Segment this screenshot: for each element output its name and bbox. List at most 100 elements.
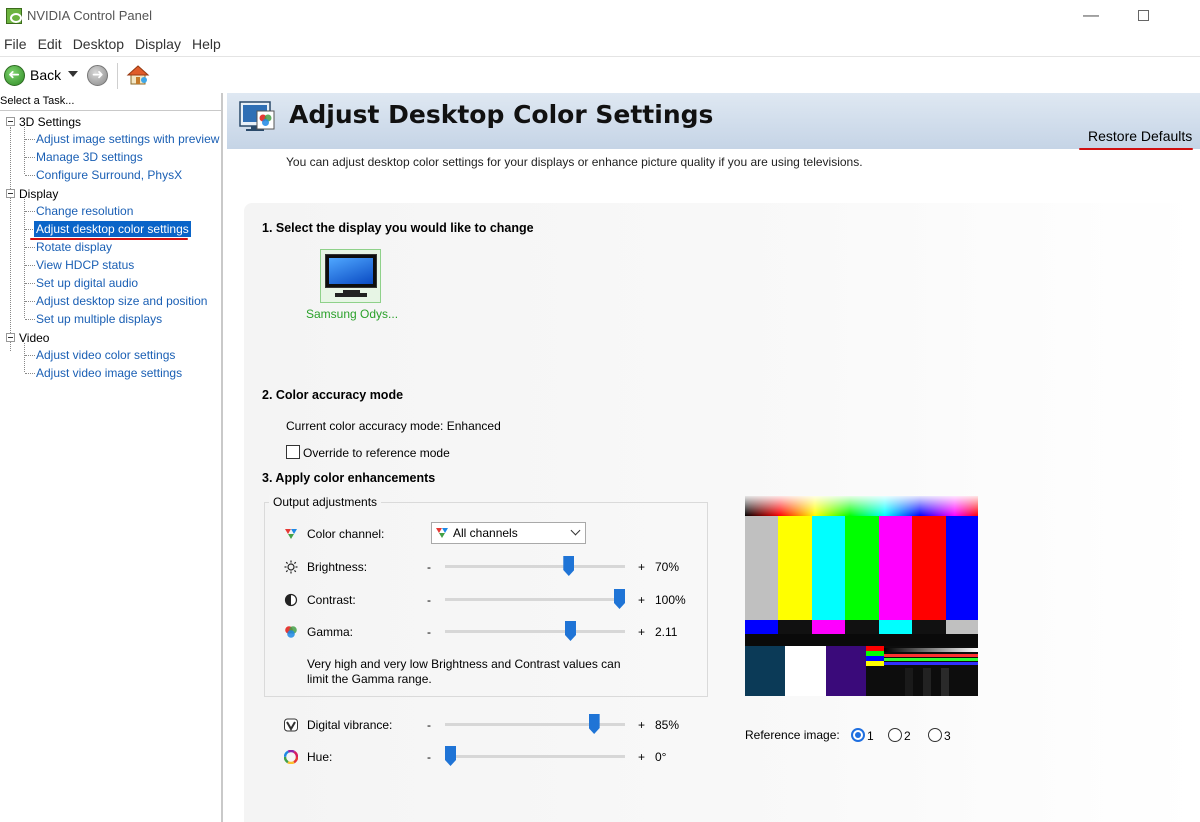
- tree-connector: [24, 343, 25, 372]
- reference-radio-3[interactable]: [928, 728, 942, 742]
- maximize-button[interactable]: [1120, 4, 1166, 28]
- nvidia-logo-icon: [6, 8, 22, 24]
- sidebar-item-rotate-display[interactable]: Rotate display: [36, 239, 112, 255]
- display-name[interactable]: Samsung Odys...: [306, 307, 398, 321]
- category-label: Video: [19, 331, 50, 345]
- reference-radio-3-label[interactable]: 3: [944, 729, 951, 743]
- toolbar-separator: [117, 63, 118, 89]
- color-channel-dropdown[interactable]: All channels: [431, 522, 586, 544]
- title-bar: NVIDIA Control Panel —: [0, 0, 1200, 32]
- page-title: Adjust Desktop Color Settings: [289, 100, 714, 129]
- gamma-plus: +: [638, 625, 646, 639]
- output-adjustments-label: Output adjustments: [269, 495, 382, 509]
- collapse-icon[interactable]: [6, 117, 15, 127]
- forward-arrow-icon[interactable]: [87, 65, 108, 86]
- sidebar-item-multiple-displays[interactable]: Set up multiple displays: [36, 311, 162, 327]
- minimize-button[interactable]: —: [1068, 4, 1114, 28]
- home-icon[interactable]: [126, 63, 150, 87]
- reference-radio-2-label[interactable]: 2: [904, 729, 911, 743]
- gamma-value: 2.11: [655, 625, 678, 639]
- back-button[interactable]: Back: [30, 67, 61, 83]
- gamma-range-note: Very high and very low Brightness and Co…: [307, 657, 621, 686]
- vibrance-icon: [284, 718, 298, 732]
- contrast-value: 100%: [655, 593, 686, 607]
- brightness-slider-track[interactable]: [445, 565, 625, 568]
- restore-defaults-link[interactable]: Restore Defaults: [1088, 128, 1192, 144]
- tree-branch: [25, 175, 35, 176]
- tree-category-video[interactable]: Video: [6, 330, 49, 346]
- menu-help[interactable]: Help: [188, 32, 226, 56]
- tree-branch: [25, 211, 35, 212]
- annotation-underline: [1079, 148, 1193, 150]
- reference-radio-2[interactable]: [888, 728, 902, 742]
- current-accuracy-mode: Current color accuracy mode: Enhanced: [286, 419, 501, 433]
- override-reference-label[interactable]: Override to reference mode: [303, 446, 450, 460]
- window-title: NVIDIA Control Panel: [27, 8, 153, 23]
- contrast-plus: +: [638, 593, 646, 607]
- reference-radio-1-label[interactable]: 1: [867, 729, 874, 743]
- menu-desktop[interactable]: Desktop: [69, 32, 129, 56]
- gamma-icon: [285, 626, 297, 638]
- reference-color-bars-image: [745, 496, 978, 696]
- menu-file[interactable]: File: [0, 32, 32, 56]
- monitor-base: [335, 293, 367, 297]
- tree-branch: [25, 301, 35, 302]
- menu-bar: File Edit Desktop Display Help: [0, 32, 1200, 56]
- collapse-icon[interactable]: [6, 333, 15, 343]
- gamma-minus: -: [427, 625, 431, 639]
- brightness-icon: [284, 560, 298, 574]
- contrast-slider-track[interactable]: [445, 598, 625, 601]
- sidebar-item-adjust-image-settings[interactable]: Adjust image settings with preview: [36, 131, 219, 147]
- hue-icon: [284, 750, 298, 764]
- brightness-label: Brightness:: [307, 560, 368, 574]
- monitor-icon: [325, 254, 377, 288]
- display-color-icon: [239, 101, 275, 131]
- sidebar-item-change-resolution[interactable]: Change resolution: [36, 203, 133, 219]
- sidebar-item-configure-surround[interactable]: Configure Surround, PhysX: [36, 167, 182, 183]
- sidebar-item-hdcp-status[interactable]: View HDCP status: [36, 257, 134, 273]
- contrast-icon: [284, 593, 298, 607]
- page-header: Adjust Desktop Color Settings Restore De…: [227, 93, 1200, 150]
- content-panel: Adjust Desktop Color Settings Restore De…: [227, 93, 1200, 822]
- hue-label: Hue:: [307, 750, 333, 764]
- override-reference-checkbox[interactable]: [286, 445, 300, 459]
- vibrance-minus: -: [427, 718, 431, 732]
- section-select-display-title: 1. Select the display you would like to …: [262, 221, 534, 235]
- vibrance-label: Digital vibrance:: [307, 718, 393, 732]
- hue-slider-track[interactable]: [445, 755, 625, 758]
- maximize-icon: [1137, 10, 1149, 22]
- category-label: Display: [19, 187, 59, 201]
- sidebar-item-video-color[interactable]: Adjust video color settings: [36, 347, 175, 363]
- toolbar: Back: [0, 56, 1200, 92]
- reference-radio-1[interactable]: [851, 728, 865, 742]
- section-accuracy-title: 2. Color accuracy mode: [262, 388, 404, 402]
- color-channel-label: Color channel:: [307, 527, 385, 541]
- sidebar-item-manage-3d[interactable]: Manage 3D settings: [36, 149, 143, 165]
- tree-branch: [25, 247, 35, 248]
- history-dropdown-icon[interactable]: [68, 71, 78, 77]
- back-arrow-icon[interactable]: [4, 65, 25, 86]
- tree-connector: [24, 127, 25, 174]
- gamma-slider-track[interactable]: [445, 630, 625, 633]
- hue-value: 0°: [655, 750, 667, 764]
- color-channel-value: All channels: [453, 526, 518, 540]
- tree-branch: [25, 157, 35, 158]
- display-tile-samsung[interactable]: [320, 249, 381, 303]
- gamma-label: Gamma:: [307, 625, 354, 639]
- reference-image-label: Reference image:: [745, 728, 840, 742]
- chevron-down-icon: [570, 525, 581, 536]
- brightness-value: 70%: [655, 560, 680, 574]
- sidebar-item-video-image[interactable]: Adjust video image settings: [36, 365, 182, 381]
- sidebar-item-digital-audio[interactable]: Set up digital audio: [36, 275, 138, 291]
- task-header: Select a Task...: [0, 93, 223, 111]
- collapse-icon[interactable]: [6, 189, 15, 199]
- page-description: You can adjust desktop color settings fo…: [286, 155, 863, 169]
- menu-display[interactable]: Display: [131, 32, 186, 56]
- tree-category-3d-settings[interactable]: 3D Settings: [6, 114, 81, 130]
- brightness-plus: +: [638, 560, 646, 574]
- tree-category-display[interactable]: Display: [6, 186, 58, 202]
- tree-branch: [25, 319, 35, 320]
- menu-edit[interactable]: Edit: [34, 32, 67, 56]
- sidebar-item-desktop-size[interactable]: Adjust desktop size and position: [36, 293, 207, 309]
- sidebar-item-adjust-desktop-color[interactable]: Adjust desktop color settings: [34, 221, 191, 237]
